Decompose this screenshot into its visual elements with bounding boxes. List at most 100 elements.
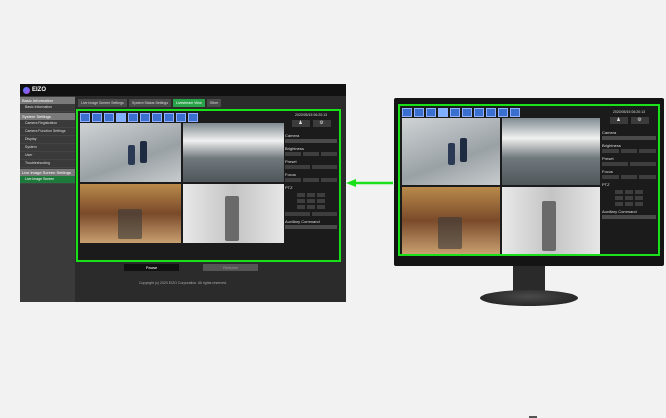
- brightness-up-button[interactable]: [321, 152, 337, 156]
- camera-tile-2[interactable]: [183, 123, 284, 182]
- focus-auto-button[interactable]: [303, 178, 319, 182]
- m-layout-3[interactable]: [426, 108, 436, 117]
- preset-go-button[interactable]: [312, 165, 337, 169]
- m-ptz-down-left[interactable]: [615, 202, 623, 206]
- ptz-up-left[interactable]: [297, 193, 305, 197]
- m-next-page[interactable]: [510, 108, 520, 117]
- m-brightness-down[interactable]: [602, 149, 619, 153]
- sidebar: Basic Information Basic Information System…: [20, 96, 75, 302]
- m-ptz-up-right[interactable]: [635, 190, 643, 194]
- sidebar-item[interactable]: Camera Registration: [20, 120, 75, 128]
- m-aux-label: Auxiliary Command: [602, 209, 637, 214]
- tab-bar: Live Image Screen Settings System Status …: [78, 99, 222, 107]
- ptz-down-right[interactable]: [317, 205, 325, 209]
- m-layout-1[interactable]: [402, 108, 412, 117]
- focus-near-button[interactable]: [285, 178, 301, 182]
- m-focus-near[interactable]: [602, 175, 619, 179]
- m-layout-2[interactable]: [414, 108, 424, 117]
- m-camera-tile-2[interactable]: [502, 118, 600, 185]
- m-brightness-up[interactable]: [639, 149, 657, 153]
- ptz-left[interactable]: [297, 199, 305, 203]
- m-ptz-pad: [602, 190, 656, 206]
- m-gear-icon[interactable]: ⚙: [630, 117, 649, 124]
- camera-tile-3[interactable]: [80, 184, 181, 243]
- m-layout-4[interactable]: [438, 108, 448, 117]
- sidebar-item[interactable]: Troubleshooting: [20, 160, 75, 168]
- layout-16-button[interactable]: [140, 113, 150, 122]
- layout-3-button[interactable]: [104, 113, 114, 122]
- tab[interactable]: Other: [206, 99, 222, 107]
- m-preset-select[interactable]: [602, 162, 628, 166]
- m-ptz-left[interactable]: [615, 196, 623, 200]
- prev-page-button[interactable]: [176, 113, 186, 122]
- aux-command-input[interactable]: [285, 225, 337, 229]
- user-icon[interactable]: ♟: [291, 120, 310, 127]
- brightness-reset-button[interactable]: [303, 152, 319, 156]
- ptz-right[interactable]: [317, 199, 325, 203]
- m-user-icon[interactable]: ♟: [609, 117, 628, 124]
- sidebar-item[interactable]: Basic Information: [20, 104, 75, 112]
- m-layout-9[interactable]: [450, 108, 460, 117]
- tab[interactable]: Live Image Screen Settings: [78, 99, 127, 107]
- m-ptz-down[interactable]: [625, 202, 633, 206]
- m-ptz-down-right[interactable]: [635, 202, 643, 206]
- ptz-down[interactable]: [307, 205, 315, 209]
- layout-custom-button[interactable]: [152, 113, 162, 122]
- m-brightness-reset[interactable]: [620, 149, 638, 153]
- m-preset-go[interactable]: [630, 162, 656, 166]
- camera-grid: [80, 123, 284, 243]
- m-focus-far[interactable]: [639, 175, 657, 179]
- m-camera-tile-1[interactable]: [402, 118, 500, 185]
- m-aux-command-input[interactable]: [602, 215, 656, 219]
- focus-far-button[interactable]: [321, 178, 337, 182]
- eizo-logo: EIZO: [23, 86, 46, 94]
- m-camera-tile-3[interactable]: [402, 187, 500, 254]
- zoom-out-button[interactable]: [285, 212, 310, 216]
- tab[interactable]: Livestream View: [173, 99, 205, 107]
- m-layout-16[interactable]: [462, 108, 472, 117]
- m-brightness-label: Brightness: [602, 143, 621, 148]
- preset-select[interactable]: [285, 165, 310, 169]
- m-layout-custom[interactable]: [474, 108, 484, 117]
- m-ptz-home[interactable]: [625, 196, 633, 200]
- sidebar-item[interactable]: User: [20, 152, 75, 160]
- camera-select[interactable]: [285, 139, 337, 143]
- sidebar-item[interactable]: System: [20, 144, 75, 152]
- layout-4-button[interactable]: [116, 113, 126, 122]
- gear-icon[interactable]: ⚙: [312, 120, 331, 127]
- camera-tile-4[interactable]: [183, 184, 284, 243]
- person-figure: [448, 143, 455, 165]
- ptz-home[interactable]: [307, 199, 315, 203]
- release-button[interactable]: Release: [203, 264, 258, 271]
- ptz-up-right[interactable]: [317, 193, 325, 197]
- m-focus-auto[interactable]: [620, 175, 638, 179]
- monitor-view-frame: 2020/05/15 06:20:13 ♟ ⚙ Camera Brightnes…: [76, 109, 341, 262]
- m-prev-page[interactable]: [498, 108, 508, 117]
- tab[interactable]: System Status Settings: [128, 99, 171, 107]
- brightness-down-button[interactable]: [285, 152, 301, 156]
- ptz-up[interactable]: [307, 193, 315, 197]
- m-sequence[interactable]: [486, 108, 496, 117]
- camera-tile-1[interactable]: [80, 123, 181, 182]
- m-ptz-right[interactable]: [635, 196, 643, 200]
- layout-1-button[interactable]: [80, 113, 90, 122]
- pause-button[interactable]: Pause: [124, 264, 179, 271]
- layout-9-button[interactable]: [128, 113, 138, 122]
- m-camera-select[interactable]: [602, 136, 656, 140]
- m-ptz-up-left[interactable]: [615, 190, 623, 194]
- sidebar-item[interactable]: Camera Function Settings: [20, 128, 75, 136]
- sidebar-item[interactable]: Display: [20, 136, 75, 144]
- sidebar-item[interactable]: Live Image Screen: [20, 176, 75, 184]
- m-ptz-up[interactable]: [625, 190, 633, 194]
- zoom-in-button[interactable]: [312, 212, 337, 216]
- m-ptz-label: PTZ: [602, 182, 610, 187]
- next-page-button[interactable]: [188, 113, 198, 122]
- layout-2-button[interactable]: [92, 113, 102, 122]
- ptz-pad: [285, 193, 337, 209]
- monitor-bezel-bottom: [398, 256, 660, 418]
- m-camera-tile-4[interactable]: [502, 187, 600, 254]
- person-figure: [542, 201, 556, 251]
- ptz-down-left[interactable]: [297, 205, 305, 209]
- sidebar-section-header: Live Image Screen Settings: [20, 169, 75, 176]
- sequence-button[interactable]: [164, 113, 174, 122]
